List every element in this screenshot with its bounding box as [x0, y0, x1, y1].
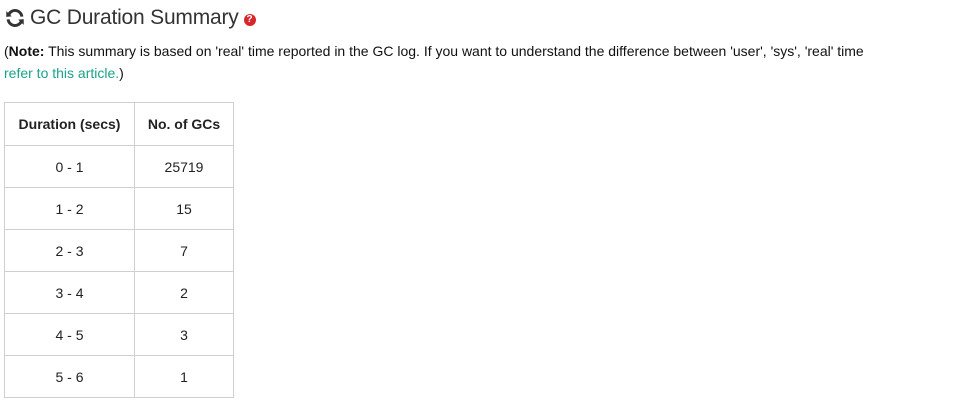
- table-row: 0 - 1 25719: [4, 145, 234, 188]
- duration-cell: 1 - 2: [4, 187, 135, 230]
- gc-count-cell: 2: [134, 271, 234, 314]
- note-close-paren: ): [119, 65, 124, 81]
- help-icon[interactable]: ?: [243, 13, 256, 26]
- page-title: GC Duration Summary: [30, 6, 239, 29]
- header-gc-count: No. of GCs: [134, 102, 234, 146]
- header-duration: Duration (secs): [4, 102, 135, 146]
- gc-count-cell: 25719: [134, 145, 234, 188]
- table-row: 4 - 5 3: [4, 313, 234, 356]
- duration-cell: 3 - 4: [4, 271, 135, 314]
- note-label: Note:: [8, 43, 45, 59]
- gc-count-cell: 7: [134, 229, 234, 272]
- duration-cell: 2 - 3: [4, 229, 135, 272]
- duration-cell: 5 - 6: [4, 355, 135, 398]
- table-row: 1 - 2 15: [4, 187, 234, 230]
- duration-cell: 0 - 1: [4, 145, 135, 188]
- article-link[interactable]: refer to this article.: [4, 65, 119, 81]
- table-header-row: Duration (secs) No. of GCs: [4, 102, 234, 146]
- table-row: 2 - 3 7: [4, 229, 234, 272]
- duration-cell: 4 - 5: [4, 313, 135, 356]
- table-row: 5 - 6 1: [4, 355, 234, 398]
- table-row: 3 - 4 2: [4, 271, 234, 314]
- gc-count-cell: 15: [134, 187, 234, 230]
- gc-duration-table: Duration (secs) No. of GCs 0 - 1 25719 1…: [4, 102, 234, 398]
- note-body: This summary is based on 'real' time rep…: [44, 43, 864, 59]
- note-text: (Note: This summary is based on 'real' t…: [4, 40, 949, 84]
- gc-count-cell: 1: [134, 355, 234, 398]
- gc-count-cell: 3: [134, 313, 234, 356]
- section-header: GC Duration Summary ?: [4, 5, 256, 31]
- refresh-icon[interactable]: [4, 7, 26, 29]
